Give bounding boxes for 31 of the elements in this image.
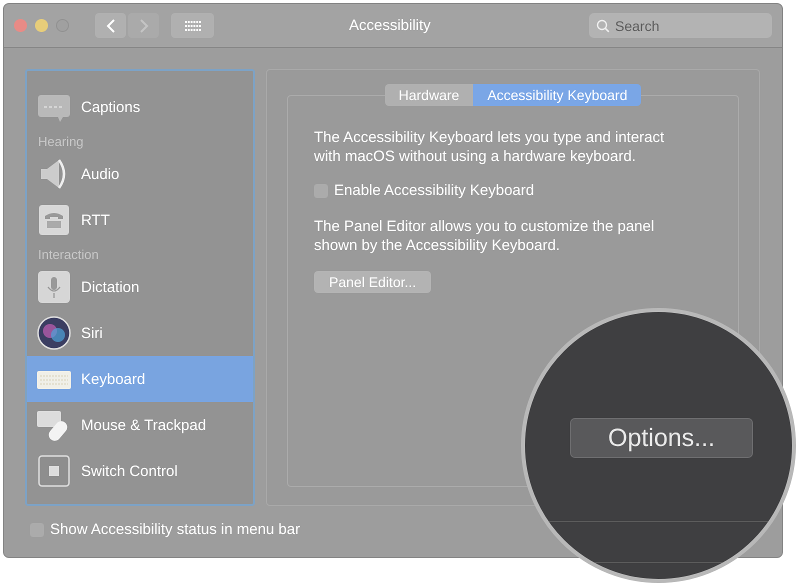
- panel-editor-button[interactable]: Panel Editor...: [314, 271, 432, 293]
- description-text: The Panel Editor allows you to customize the panel shown by the Accessibility Keyboard.: [314, 217, 656, 255]
- orb-icon: [36, 315, 72, 351]
- tab[interactable]: Hardware: [384, 84, 474, 106]
- window-title: Accessibility: [349, 17, 431, 34]
- sidebar-item[interactable]: Dictation: [27, 264, 253, 310]
- grid-icon: [184, 20, 202, 32]
- forward-button[interactable]: [128, 13, 159, 38]
- options-button[interactable]: Options...: [570, 418, 753, 458]
- close-button[interactable]: [14, 19, 27, 32]
- sidebar-item[interactable]: RTT: [27, 197, 253, 243]
- sidebar-item[interactable]: Keyboard: [27, 356, 253, 402]
- sidebar-item[interactable]: Siri: [27, 310, 253, 356]
- checkbox-label: Show Accessibility status in menu bar: [50, 521, 300, 538]
- chevron-left-icon: [106, 18, 116, 34]
- square-icon: [36, 453, 72, 489]
- sidebar-item[interactable]: Mouse & Trackpad: [27, 402, 253, 448]
- sidebar-item[interactable]: Audio: [27, 151, 253, 197]
- telephone-icon: [36, 202, 72, 238]
- description-text: The Accessibility Keyboard lets you type and interact with macOS without using a hardware keyboard.: [314, 128, 666, 166]
- show-all-button[interactable]: [171, 13, 214, 38]
- minimize-button[interactable]: [35, 19, 48, 32]
- sidebar-item[interactable]: Captions: [27, 84, 253, 130]
- chevron-right-icon: [138, 18, 148, 34]
- search-field[interactable]: Search: [589, 13, 772, 38]
- sidebar-item[interactable]: Switch Control: [27, 448, 253, 494]
- checkbox-label: Enable Accessibility Keyboard: [334, 182, 534, 199]
- back-button[interactable]: [95, 13, 126, 38]
- microphone-icon: [36, 269, 72, 305]
- tab[interactable]: Accessibility Keyboard: [473, 84, 642, 106]
- search-icon: [596, 19, 610, 33]
